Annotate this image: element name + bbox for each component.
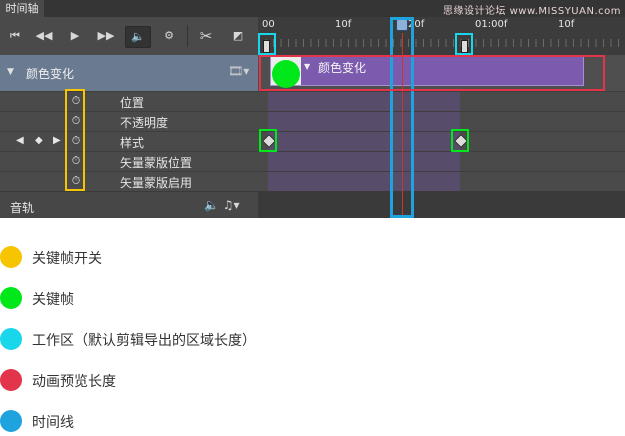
ruler-label: 00 — [262, 19, 275, 30]
property-label: 不透明度 — [120, 116, 169, 130]
work-area-highlight — [258, 33, 276, 55]
toolbar-divider — [187, 25, 188, 47]
preview-length-highlight — [259, 55, 605, 91]
split-scissors-icon[interactable]: ✂ — [195, 26, 217, 46]
keyframe-toggle-highlight — [65, 89, 85, 191]
legend-text: 动画预览长度 — [32, 374, 116, 390]
legend-text: 关键帧 — [32, 292, 74, 308]
audio-track-label: 音轨 — [10, 201, 35, 215]
tab-timeline[interactable]: 时间轴 — [0, 0, 44, 17]
legend-dot — [0, 287, 22, 309]
property-row: ⏱ 矢量蒙版启用 — [0, 171, 258, 191]
ruler-label: 01:00f — [475, 19, 508, 30]
property-track — [258, 171, 625, 191]
expand-caret-icon[interactable]: ▼ — [7, 67, 14, 77]
playback-controls: ⏮ ◀◀ ▶ ▶▶ 🔈 ⚙ ✂ ◩ — [0, 17, 258, 55]
legend-text: 时间线 — [32, 415, 74, 431]
transition-icon[interactable]: ◩ — [228, 26, 248, 46]
property-label: 样式 — [120, 136, 145, 150]
timeline-highlight — [390, 17, 414, 218]
property-label: 矢量蒙版位置 — [120, 156, 193, 170]
layer-name: 颜色变化 — [26, 67, 75, 81]
property-row: ⏱ 位置 — [0, 91, 258, 111]
property-track — [258, 91, 625, 111]
previous-frame-icon[interactable]: ◀◀ — [34, 26, 54, 46]
property-row: ⏱ 不透明度 — [0, 111, 258, 131]
property-label: 矢量蒙版启用 — [120, 176, 193, 190]
clip-green-marker — [272, 60, 300, 88]
property-row: ⏱ 矢量蒙版位置 — [0, 151, 258, 171]
legend-dot — [0, 410, 22, 432]
previous-keyframe-icon[interactable]: ◀ — [16, 135, 24, 146]
ruler-label: 10f — [558, 19, 575, 30]
keyframe-highlight — [451, 129, 469, 152]
add-keyframe-icon[interactable]: ◆ — [35, 135, 43, 146]
watermark-text: 思缘设计论坛 www.MISSYUAN.com — [442, 6, 621, 17]
timeline-panel: 时间轴 思缘设计论坛 www.MISSYUAN.com ⏮ ◀◀ ▶ ▶▶ 🔈 … — [0, 0, 625, 218]
tab-bar: 时间轴 思缘设计论坛 www.MISSYUAN.com — [0, 0, 625, 17]
audio-options-icon[interactable]: 🔈 ♫▾ — [204, 198, 240, 212]
property-track — [258, 131, 625, 151]
next-frame-icon[interactable]: ▶▶ — [96, 26, 116, 46]
keyframe-highlight — [259, 129, 277, 152]
first-frame-icon[interactable]: ⏮ — [6, 26, 24, 46]
film-strip-icon[interactable]: 🎞▾ — [228, 64, 249, 78]
legend-text: 关键帧开关 — [32, 251, 102, 267]
legend-dot — [0, 246, 22, 268]
property-row: ◀ ◆ ▶ ⏱ 样式 — [0, 131, 258, 151]
ruler-label: 10f — [335, 19, 352, 30]
property-label: 位置 — [120, 96, 145, 110]
audio-toggle-icon[interactable]: 🔈 — [125, 26, 151, 48]
layer-row[interactable]: ▼ 颜色变化 🎞▾ — [0, 55, 258, 91]
settings-gear-icon[interactable]: ⚙ — [158, 26, 180, 46]
legend-dot — [0, 328, 22, 350]
time-ruler[interactable]: 00 10f 20f 01:00f 10f — [258, 17, 625, 55]
work-area-highlight — [455, 33, 473, 55]
legend-text: 工作区（默认剪辑导出的区域长度） — [32, 333, 256, 349]
next-keyframe-icon[interactable]: ▶ — [53, 135, 61, 146]
audio-track-row: 音轨 🔈 ♫▾ — [0, 191, 625, 218]
audio-track-lane[interactable] — [258, 192, 625, 218]
play-icon[interactable]: ▶ — [66, 26, 84, 46]
legend: 关键帧开关 关键帧 工作区（默认剪辑导出的区域长度） 动画预览长度 时间线 — [0, 230, 625, 433]
ruler-ticks — [258, 39, 625, 47]
legend-dot — [0, 369, 22, 391]
property-track — [258, 111, 625, 131]
property-track — [258, 151, 625, 171]
